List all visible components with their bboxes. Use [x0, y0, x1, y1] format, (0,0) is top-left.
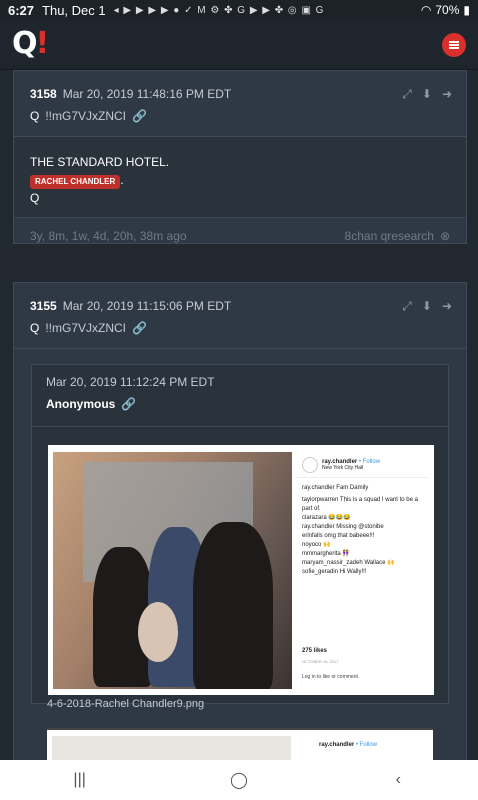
- comment: noyoco 🙌: [302, 542, 331, 548]
- comment: erinfalls omg that babeee!!!: [302, 533, 375, 539]
- avatar: [302, 456, 318, 473]
- insta-likes: 275 likes: [302, 648, 328, 654]
- download-icon[interactable]: ⬇: [422, 87, 432, 102]
- download-icon[interactable]: ⬇: [422, 299, 432, 314]
- quoted-post-date: Mar 20, 2019 11:12:24 PM EDT: [46, 375, 215, 389]
- post-age: 3y, 8m, 1w, 4d, 20h, 38m ago: [30, 229, 187, 243]
- post-date: Mar 20, 2019 11:15:06 PM EDT: [62, 299, 232, 313]
- tag-badge[interactable]: RACHEL CHANDLER: [30, 175, 121, 189]
- quoted-post-header: Mar 20, 2019 11:12:24 PM EDT Anonymous 🔗: [32, 365, 448, 427]
- post-author: Q: [30, 321, 40, 335]
- insta-header: ray.chandler • Follow: [319, 742, 377, 748]
- status-bar: 6:27 Thu, Dec 1 ◂ ▶ ▶ ▶ ▶ ● ✓ M ⚙ ✤ G ▶ …: [0, 0, 478, 20]
- wifi-icon: ◠: [420, 3, 432, 17]
- attached-image[interactable]: ray.chandler • Follow New York City Hall…: [48, 445, 434, 695]
- share-icon[interactable]: ⤢: [402, 299, 412, 314]
- insta-comments: ray.chandler Fam Damily taylorpwarren Th…: [296, 478, 428, 583]
- instagram-panel: ray.chandler • Follow New York City Hall…: [296, 452, 428, 689]
- tripcode: !!mG7VJxZNCI: [45, 321, 127, 335]
- arrow-right-circle-icon[interactable]: ➜: [442, 299, 452, 314]
- system-nav-bar: ||| ◯ ‹: [0, 760, 478, 800]
- close-circle-icon[interactable]: ⊗: [440, 229, 450, 243]
- comment: mmmargherita 👭: [302, 551, 350, 557]
- insta-follow: • Follow: [355, 742, 378, 748]
- notification-icons: ◂ ▶ ▶ ▶ ▶ ● ✓ M ⚙ ✤ G ▶ ▶ ✤ ◎ ▣ G: [113, 4, 325, 16]
- post-footer: 3y, 8m, 1w, 4d, 20h, 38m ago 8chan qrese…: [14, 218, 466, 254]
- quoted-post-author: Anonymous: [46, 397, 116, 411]
- comment: ray.chandler Missing @stonibe: [302, 524, 384, 530]
- post-header: 3158 Mar 20, 2019 11:48:16 PM EDT Q !!mG7V…: [14, 71, 466, 137]
- post-actions: ⤢ ⬇ ➜: [402, 87, 452, 102]
- status-time: 6:27: [8, 2, 35, 18]
- insta-follow: • Follow: [358, 458, 381, 465]
- insta-date: OCTOBER 16, 2017: [302, 659, 339, 664]
- recent-apps-icon[interactable]: |||: [50, 771, 110, 789]
- insta-username: ray.chandler: [322, 458, 358, 465]
- arrow-right-circle-icon[interactable]: ➜: [442, 87, 452, 102]
- post-author: Q: [30, 109, 40, 123]
- tag-suffix: .: [120, 173, 124, 187]
- post-card: 3158 Mar 20, 2019 11:48:16 PM EDT Q !!mG7V…: [13, 70, 467, 244]
- share-icon[interactable]: ⤢: [402, 87, 412, 102]
- status-right: ◠ 70% ▮: [421, 3, 470, 17]
- comment: sofie_geradin Hi Wally!!!: [302, 569, 367, 575]
- back-icon[interactable]: ‹: [368, 771, 428, 789]
- post-number[interactable]: 3155: [30, 299, 57, 313]
- post-signature: Q: [30, 191, 40, 205]
- insta-username: ray.chandler: [319, 742, 355, 748]
- post-text-line: THE STANDARD HOTEL.: [30, 155, 170, 169]
- app-logo[interactable]: Q!: [12, 26, 49, 61]
- comment: ray.chandler Fam Damily: [302, 485, 369, 491]
- insta-location: New York City Hall: [322, 464, 364, 471]
- battery-icon: ▮: [463, 3, 470, 17]
- battery-percent: 70%: [435, 3, 460, 17]
- menu-button[interactable]: [442, 33, 466, 57]
- comment: clarazara 😂😂😂: [302, 515, 351, 521]
- home-icon[interactable]: ◯: [209, 770, 269, 790]
- insta-login: Log in to like or comment.: [302, 674, 360, 680]
- photo: [53, 452, 292, 689]
- tripcode: !!mG7VJxZNCI: [45, 109, 127, 123]
- quoted-post: Mar 20, 2019 11:12:24 PM EDT Anonymous 🔗 …: [31, 364, 449, 704]
- comment: taylorpwarren This is a squad I want to …: [302, 497, 418, 512]
- status-date: Thu, Dec 1: [42, 2, 106, 18]
- post-body: THE STANDARD HOTEL. RACHEL CHANDLER. Q: [14, 137, 466, 218]
- post-source[interactable]: 8chan qresearch: [345, 229, 434, 243]
- post-header: 3155 Mar 20, 2019 11:15:06 PM EDT Q !!mG7V…: [14, 283, 466, 349]
- post-number[interactable]: 3158: [30, 87, 57, 101]
- link-icon[interactable]: 🔗: [132, 109, 147, 123]
- image-filename[interactable]: 4-6-2018-Rachel Chandler9.png: [47, 698, 204, 710]
- post-date: Mar 20, 2019 11:48:16 PM EDT: [62, 87, 232, 101]
- post-actions: ⤢ ⬇ ➜: [402, 299, 452, 314]
- comment: maryam_nassir_zadeh Wallace 🙌: [302, 560, 395, 566]
- link-icon[interactable]: 🔗: [121, 397, 136, 411]
- link-icon[interactable]: 🔗: [132, 321, 147, 335]
- app-bar: Q!: [0, 20, 478, 70]
